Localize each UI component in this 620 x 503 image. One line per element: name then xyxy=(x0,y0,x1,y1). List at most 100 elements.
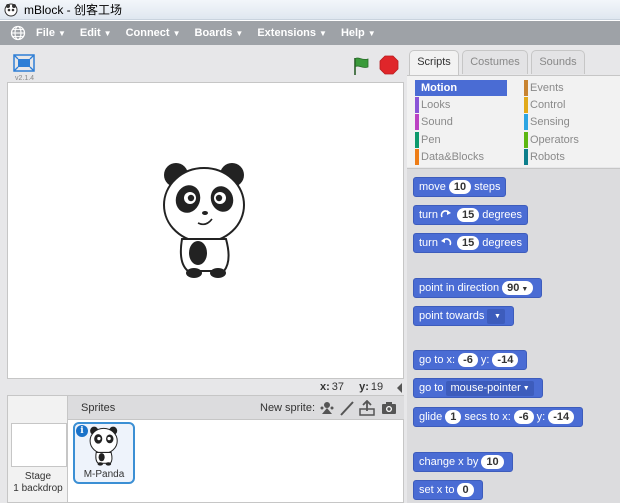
tab-sounds[interactable]: Sounds xyxy=(531,50,585,74)
category-label: Motion xyxy=(421,82,458,94)
category-control[interactable]: Control xyxy=(524,97,612,113)
category-label: Events xyxy=(530,82,564,94)
rotate-counterclockwise-icon xyxy=(440,238,452,246)
block-text: move xyxy=(419,181,446,193)
chevron-down-icon: ▼ xyxy=(319,28,327,38)
go-to-target-dropdown[interactable]: mouse-pointer ▼ xyxy=(446,380,534,396)
category-color-bar xyxy=(415,80,419,96)
block-turn-right[interactable]: turn 15 degrees xyxy=(413,205,528,225)
paintbrush-icon[interactable] xyxy=(339,400,355,416)
category-label: Operators xyxy=(530,134,579,146)
stage-region: v2.1.4 x: 37 y: 19 Stage 1 backdrop Spri… xyxy=(0,45,407,503)
tab-scripts[interactable]: Scripts xyxy=(409,50,459,76)
sprites-title: Sprites xyxy=(81,402,116,414)
category-operators[interactable]: Operators xyxy=(524,132,612,148)
mouse-coordinates: x: 37 y: 19 xyxy=(320,381,395,393)
category-motion[interactable]: Motion xyxy=(415,80,507,96)
block-turn-left[interactable]: turn 15 degrees xyxy=(413,233,528,253)
block-move-steps[interactable]: move 10 steps xyxy=(413,177,507,197)
category-selector: Motion Events Looks Control Sound Sensin… xyxy=(407,75,620,167)
category-color-bar xyxy=(524,149,528,165)
block-go-to[interactable]: go to mouse-pointer ▼ xyxy=(413,378,543,398)
degrees-input[interactable]: 15 xyxy=(456,208,480,222)
category-label: Looks xyxy=(421,99,451,111)
category-sound[interactable]: Sound xyxy=(415,114,507,130)
steps-input[interactable]: 10 xyxy=(448,180,472,194)
menu-help-label: Help xyxy=(340,27,365,39)
block-change-x[interactable]: change x by 10 xyxy=(413,452,513,472)
menu-edit[interactable]: Edit ▼ xyxy=(80,27,112,39)
block-point-towards[interactable]: point towards ▼ xyxy=(413,306,515,326)
block-point-in-direction[interactable]: point in direction 90 ▼ xyxy=(413,278,543,298)
stage-layout-toggle-icon[interactable] xyxy=(395,382,404,394)
chevron-down-icon: ▼ xyxy=(235,28,244,38)
window-title: mBlock - 创客工场 xyxy=(24,3,123,17)
block-text: change x by xyxy=(419,456,479,468)
category-label: Sound xyxy=(421,116,453,128)
x-set-input[interactable]: 0 xyxy=(457,483,474,497)
scripts-panel: Scripts Costumes Sounds Motion Events Lo… xyxy=(407,45,620,503)
direction-value: 90 xyxy=(507,282,520,294)
degrees-input[interactable]: 15 xyxy=(456,236,480,250)
upload-icon[interactable] xyxy=(359,400,375,416)
mouse-x-label: x: xyxy=(320,381,330,393)
info-icon[interactable]: i xyxy=(76,425,88,437)
menu-file[interactable]: File ▼ xyxy=(36,27,66,39)
block-text: y: xyxy=(536,411,546,423)
green-flag-icon[interactable] xyxy=(352,56,372,76)
block-go-to-xy[interactable]: go to x: -6 y: -14 xyxy=(413,350,528,370)
mouse-y-label: y: xyxy=(359,381,369,393)
category-looks[interactable]: Looks xyxy=(415,97,507,113)
x-input[interactable]: -6 xyxy=(458,353,478,367)
mouse-x-value: 37 xyxy=(331,381,345,393)
block-set-x[interactable]: set x to 0 xyxy=(413,480,483,500)
menu-edit-label: Edit xyxy=(79,27,101,39)
category-events[interactable]: Events xyxy=(524,80,612,96)
stop-sign-icon[interactable] xyxy=(379,55,399,75)
block-text: degrees xyxy=(482,209,522,221)
y-input[interactable]: -14 xyxy=(492,353,519,367)
category-label: Sensing xyxy=(530,116,570,128)
category-label: Control xyxy=(530,99,566,111)
camera-icon[interactable] xyxy=(381,400,397,416)
mouse-y-value: 19 xyxy=(370,381,384,393)
menu-extensions[interactable]: Extensions ▼ xyxy=(257,27,327,39)
category-color-bar xyxy=(415,149,419,165)
menu-help[interactable]: Help ▼ xyxy=(341,27,376,39)
chevron-down-icon: ▼ xyxy=(521,286,529,293)
category-pen[interactable]: Pen xyxy=(415,132,507,148)
stage-selector[interactable]: Stage 1 backdrop xyxy=(8,396,68,502)
direction-dropdown[interactable]: 90 ▼ xyxy=(502,281,534,295)
stage-label: Stage 1 backdrop xyxy=(8,471,68,495)
category-robots[interactable]: Robots xyxy=(524,149,612,165)
block-glide[interactable]: glide 1 secs to x: -6 y: -14 xyxy=(413,407,584,427)
sprite-name: M-Panda xyxy=(83,469,125,480)
menu-boards[interactable]: Boards ▼ xyxy=(195,27,244,39)
fullscreen-icon[interactable] xyxy=(13,54,35,72)
block-text: set x to xyxy=(419,484,455,496)
category-color-bar xyxy=(524,132,528,148)
sprite-library-icon[interactable] xyxy=(319,400,335,416)
menu-connect[interactable]: Connect ▼ xyxy=(126,27,181,39)
category-data-blocks[interactable]: Data&Blocks xyxy=(415,149,507,165)
category-label: Robots xyxy=(530,151,565,163)
globe-icon[interactable] xyxy=(10,25,26,41)
x-input[interactable]: -6 xyxy=(513,410,534,424)
stage-name: Stage xyxy=(24,471,52,482)
category-sensing[interactable]: Sensing xyxy=(524,114,612,130)
tab-costumes[interactable]: Costumes xyxy=(462,50,528,74)
stage-canvas[interactable] xyxy=(7,82,404,379)
chevron-down-icon: ▼ xyxy=(172,28,181,38)
x-change-input[interactable]: 10 xyxy=(481,455,504,469)
rotate-clockwise-icon xyxy=(440,210,451,218)
sprite-tile-m-panda[interactable]: i M-Panda xyxy=(73,422,135,484)
chevron-down-icon: ▼ xyxy=(493,312,501,320)
block-text: point in direction xyxy=(419,282,500,294)
window-titlebar: mBlock - 创客工场 xyxy=(0,0,620,20)
y-input[interactable]: -14 xyxy=(548,410,575,424)
menu-file-label: File xyxy=(36,27,55,39)
stage-thumbnail[interactable] xyxy=(11,423,67,467)
panda-sprite[interactable] xyxy=(160,161,250,279)
secs-input[interactable]: 1 xyxy=(445,410,462,424)
towards-dropdown[interactable]: ▼ xyxy=(487,308,506,324)
